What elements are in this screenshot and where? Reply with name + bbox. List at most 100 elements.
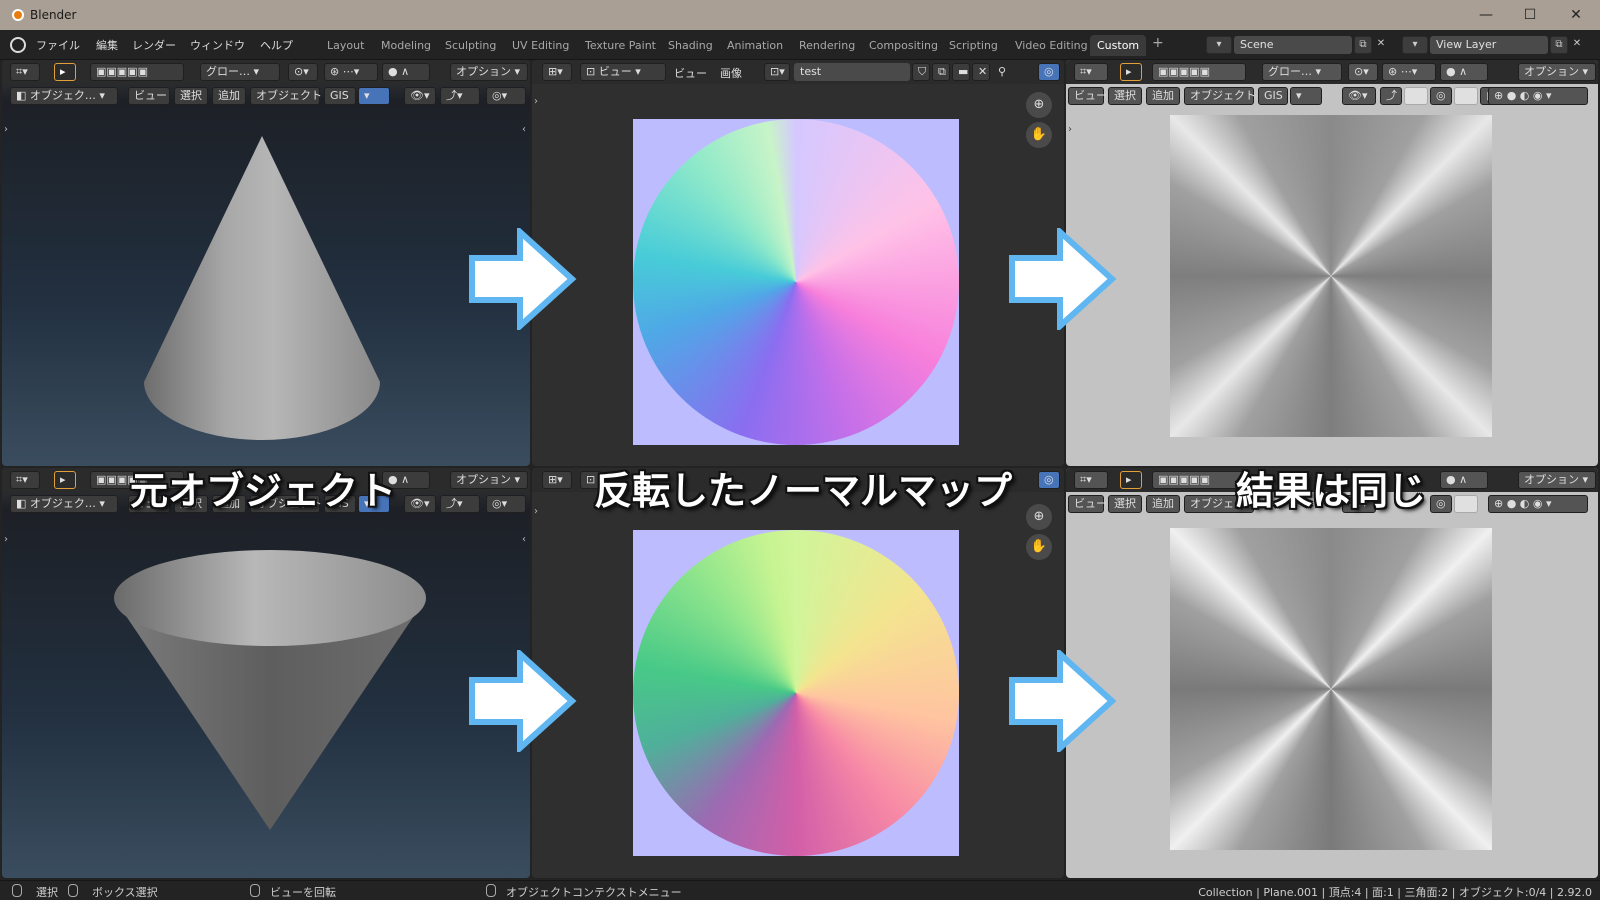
render-select-tool-bottom[interactable]: ▸ xyxy=(1120,471,1142,489)
overlay-dropdown-bottom[interactable]: ◎▾ xyxy=(486,495,526,513)
view-menu[interactable]: ビュー xyxy=(128,87,170,105)
render-proportional-bottom[interactable]: ● ∧ xyxy=(1440,471,1488,489)
image-editor-top[interactable]: ⊞▾ ⊡ ビュー ▾ ビュー 画像 ⊡▾ test ⛉ ⧉ ▬ ✕ ⚲ ◎ › … xyxy=(532,60,1064,466)
scene-browse-icon[interactable]: ▾ xyxy=(1206,36,1232,54)
proportional-edit-button[interactable]: ● ∧ xyxy=(382,63,430,81)
scene-field[interactable]: Scene xyxy=(1234,36,1352,54)
render-editor-type-button-bottom[interactable]: ⌗▾ xyxy=(1074,471,1108,489)
new-scene-icon[interactable]: ⧉ xyxy=(1354,36,1372,54)
image-editor-type-button-bottom[interactable]: ⊞▾ xyxy=(542,471,572,489)
mode-dropdown[interactable]: ◧ オブジェク… ▾ xyxy=(10,87,118,105)
visibility-dropdown[interactable]: 👁▾ xyxy=(404,87,436,105)
render-options-bottom[interactable]: オプション ▾ xyxy=(1518,471,1596,489)
tab-layout[interactable]: Layout xyxy=(320,35,371,56)
toolbar-expand-icon[interactable]: › xyxy=(4,124,8,135)
menu-file[interactable]: ファイル xyxy=(36,37,80,53)
viewlayer-field[interactable]: View Layer xyxy=(1430,36,1548,54)
select-tool-button-bottom[interactable]: ▸ xyxy=(54,471,76,489)
render-shading-buttons-bottom[interactable]: ⊕ ● ◐ ◉ ▾ xyxy=(1488,495,1588,513)
tab-uv-editing[interactable]: UV Editing xyxy=(505,35,576,56)
sidebar-expand-icon-bottom[interactable]: ‹ xyxy=(522,534,526,545)
fake-user-shield-icon[interactable]: ⛉ xyxy=(912,63,930,81)
maximize-button[interactable]: ☐ xyxy=(1512,4,1548,26)
tab-rendering[interactable]: Rendering xyxy=(792,35,862,56)
render-select-menu[interactable]: 選択 xyxy=(1108,87,1142,105)
image-editor-bottom[interactable]: ⊞▾ ⊡ ⚲ ◎ › ⊕ ✋ xyxy=(532,468,1064,878)
add-workspace-icon[interactable]: + xyxy=(1152,35,1164,51)
viewlayer-browse-icon[interactable]: ▾ xyxy=(1402,36,1428,54)
options-dropdown[interactable]: オプション ▾ xyxy=(450,63,528,81)
render-add-menu-bottom[interactable]: 追加 xyxy=(1146,495,1180,513)
render-select-mode-buttons[interactable]: ▣▣▣▣▣ xyxy=(1152,63,1246,81)
tab-modeling[interactable]: Modeling xyxy=(374,35,438,56)
blender-menu-icon[interactable] xyxy=(10,37,26,53)
render-transform-orientation[interactable]: グロー… ▾ xyxy=(1262,63,1342,81)
tab-video-editing[interactable]: Video Editing xyxy=(1008,35,1095,56)
render-gizmo-button[interactable]: ⤴ xyxy=(1380,87,1402,105)
tab-sculpting[interactable]: Sculpting xyxy=(438,35,503,56)
pivot-dropdown[interactable]: ⊙▾ xyxy=(288,63,318,81)
snap-dropdown[interactable]: ⊛ ⋯▾ xyxy=(324,63,378,81)
image-overlay-button[interactable]: ◎ xyxy=(1038,63,1060,81)
tab-texture-paint[interactable]: Texture Paint xyxy=(578,35,663,56)
render-gis-menu[interactable]: GIS xyxy=(1258,87,1288,105)
editor-type-button[interactable]: ⌗▾ xyxy=(10,63,40,81)
editor-type-button-bottom[interactable]: ⌗▾ xyxy=(10,471,40,489)
menu-edit[interactable]: 編集 xyxy=(96,37,118,53)
render-view-top[interactable]: ⌗▾ ▸ ▣▣▣▣▣ グロー… ▾ ⊙▾ ⊛ ⋯▾ ● ∧ オプション ▾ ビュ… xyxy=(1066,60,1598,466)
select-tool-button[interactable]: ▸ xyxy=(54,63,76,81)
transform-orientation-dropdown[interactable]: グロー… ▾ xyxy=(200,63,280,81)
gizmo-dropdown-bottom[interactable]: ⤴▾ xyxy=(440,495,480,513)
render-view-menu-bottom[interactable]: ビュー xyxy=(1068,495,1107,513)
render-overlay-toggle-bottom[interactable] xyxy=(1454,495,1478,513)
options-dropdown-bottom[interactable]: オプション ▾ xyxy=(450,471,528,489)
render-object-menu[interactable]: オブジェクト xyxy=(1184,87,1256,105)
render-toolbar-expand-icon[interactable]: › xyxy=(1068,124,1072,135)
pin-icon[interactable]: ⚲ xyxy=(998,65,1006,78)
render-visibility-dropdown[interactable]: 👁▾ xyxy=(1342,87,1376,105)
select-menu[interactable]: 選択 xyxy=(174,87,208,105)
pan-hand-icon-bottom[interactable]: ✋ xyxy=(1026,534,1052,560)
image-menu[interactable]: 画像 xyxy=(720,65,742,81)
toolbar-expand-icon-bottom[interactable]: › xyxy=(4,534,8,545)
render-select-modes-bottom[interactable]: ▣▣▣▣▣ xyxy=(1152,471,1246,489)
viewport-top-left[interactable]: ⌗▾ ▸ ▣▣▣▣▣ グロー… ▾ ⊙▾ ⊛ ⋯▾ ● ∧ オプション ▾ ◧ … xyxy=(2,60,530,466)
tab-custom[interactable]: Custom xyxy=(1090,35,1147,56)
render-select-tool-button[interactable]: ▸ xyxy=(1120,63,1142,81)
unlink-image-icon[interactable]: ✕ xyxy=(972,63,990,81)
overlay-dropdown[interactable]: ◎▾ xyxy=(486,87,526,105)
tab-animation[interactable]: Animation xyxy=(720,35,790,56)
render-select-menu-bottom[interactable]: 選択 xyxy=(1108,495,1142,513)
tab-shading[interactable]: Shading xyxy=(661,35,720,56)
render-pivot-dropdown[interactable]: ⊙▾ xyxy=(1348,63,1378,81)
zoom-gizmo-icon-bottom[interactable]: ⊕ xyxy=(1026,504,1052,530)
image-view-menu[interactable]: ビュー xyxy=(674,65,707,81)
image-name-field[interactable]: test xyxy=(794,63,910,81)
minimize-button[interactable]: — xyxy=(1468,4,1504,26)
render-options-dropdown[interactable]: オプション ▾ xyxy=(1518,63,1596,81)
render-overlay-button-bottom[interactable]: ◎ xyxy=(1430,495,1452,513)
add-menu[interactable]: 追加 xyxy=(212,87,246,105)
render-view-menu[interactable]: ビュー xyxy=(1068,87,1107,105)
gis-menu[interactable]: GIS xyxy=(324,87,356,105)
image-toolbar-expand-icon[interactable]: › xyxy=(534,96,538,107)
render-view-bottom[interactable]: ⌗▾ ▸ ▣▣▣▣▣ ● ∧ オプション ▾ ビュー 選択 追加 オブジェクト … xyxy=(1066,468,1598,878)
render-shading-buttons[interactable]: ⊕ ● ◐ ◉ ▾ xyxy=(1488,87,1588,105)
image-view-mode-dropdown[interactable]: ⊡ ビュー ▾ xyxy=(580,63,666,81)
menu-window[interactable]: ウィンドウ xyxy=(190,37,245,53)
render-overlay-button[interactable]: ◎ xyxy=(1430,87,1452,105)
remove-scene-icon[interactable]: ✕ xyxy=(1374,36,1388,54)
image-overlay-button-bottom[interactable]: ◎ xyxy=(1038,471,1060,489)
object-menu[interactable]: オブジェクト xyxy=(250,87,322,105)
render-overlay-toggle[interactable] xyxy=(1454,87,1478,105)
viewport-bottom-left[interactable]: ⌗▾ ▸ ▣▣▣▣▣ ● ∧ オプション ▾ ◧ オブジェク… ▾ ビュー 選択… xyxy=(2,468,530,878)
zoom-gizmo-icon[interactable]: ⊕ xyxy=(1026,92,1052,118)
new-image-icon[interactable]: ⧉ xyxy=(932,63,950,81)
render-gis-tool-button[interactable]: ▾ xyxy=(1290,87,1322,105)
select-mode-buttons[interactable]: ▣▣▣▣▣ xyxy=(90,63,184,81)
render-add-menu[interactable]: 追加 xyxy=(1146,87,1180,105)
remove-viewlayer-icon[interactable]: ✕ xyxy=(1570,36,1584,54)
image-editor-type-button[interactable]: ⊞▾ xyxy=(542,63,572,81)
visibility-dropdown-bottom[interactable]: 👁▾ xyxy=(404,495,436,513)
close-button[interactable]: ✕ xyxy=(1558,4,1594,26)
